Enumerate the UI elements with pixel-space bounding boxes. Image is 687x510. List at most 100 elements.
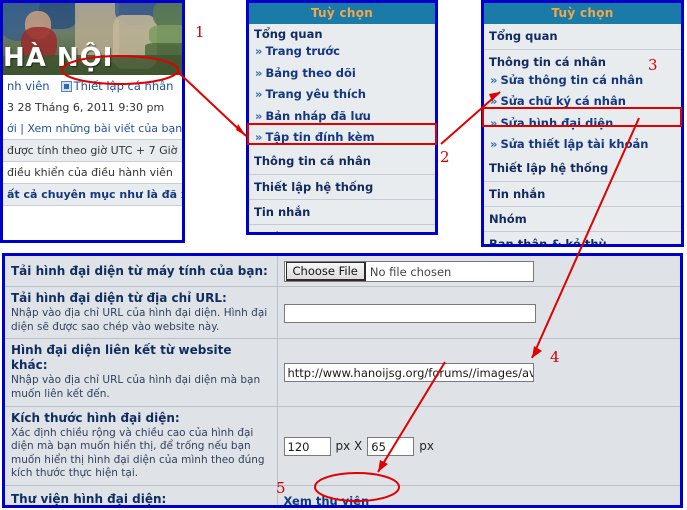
menu-item-sua-hinh-dai-dien[interactable]: » Sửa hình đại diện <box>484 113 681 134</box>
menu-item-sua-chu-ky-ca-nhan[interactable]: » Sửa chữ ký cá nhân <box>484 91 681 112</box>
banner-title: HÀ NỘI <box>3 43 114 73</box>
menu-1-title: Tuỳ chọn <box>249 3 435 24</box>
avatar-form-table: Tải hình đại diện từ máy tính của bạn: C… <box>5 256 680 507</box>
menu-item-label: Thiết lập hệ thống <box>254 179 374 194</box>
menu-item-thiet-lap-he-thong[interactable]: Thiết lập hệ thống <box>484 156 681 182</box>
dimension-separator-label: px X <box>335 439 363 454</box>
menu-item-label: Nhóm <box>489 212 527 226</box>
menu-item-label: Bản nháp đã lưu <box>265 108 371 123</box>
form-label-desc: Nhập vào địa chỉ URL của hình đại diện m… <box>11 374 261 400</box>
menu-item-nhom[interactable]: Nhóm <box>249 225 435 232</box>
menu-item-trang-truoc[interactable]: » Trang trước <box>249 41 435 62</box>
form-label-desc: Xác định chiều rộng và chiều cao của hìn… <box>11 426 265 480</box>
menu-2-title: Tuỳ chọn <box>484 3 681 24</box>
form-label-title: Kích thước hình đại diện: <box>11 410 180 425</box>
form-field-cell: Choose File No file chosen <box>277 256 680 287</box>
avatar-height-input[interactable]: 65 <box>367 436 415 456</box>
menu-item-thong-tin-ca-nhan[interactable]: Thông tin cá nhân <box>249 149 435 175</box>
form-field-cell: 120 px X 65 px <box>277 406 680 487</box>
annotation-number-1: 1 <box>195 23 205 41</box>
menu-item-label: Sửa chữ ký cá nhân <box>500 94 626 109</box>
file-status-text: No file chosen <box>369 264 452 279</box>
menu-item-label: Trang trước <box>265 44 340 59</box>
avatar-settings-form-panel: Tải hình đại diện từ máy tính của bạn: C… <box>2 253 683 508</box>
menu-item-label: Bạn thân & kẻ thù <box>489 237 607 247</box>
annotation-number-2: 2 <box>440 148 450 166</box>
form-label-cell: Tải hình đại diện từ địa chỉ URL: Nhập v… <box>5 286 278 340</box>
menu-item-nhom[interactable]: Nhóm <box>484 207 681 233</box>
view-gallery-link[interactable]: Xem thư viện <box>284 494 370 505</box>
screenshot-root: HÀ NỘI nh viên Thiết lập cá nhân 3 28 Th… <box>0 0 687 510</box>
annotation-arrowhead-1 <box>236 124 246 136</box>
menu-item-tin-nhan[interactable]: Tin nhắn <box>484 182 681 207</box>
form-label-title: Tải hình đại diện từ địa chỉ URL: <box>11 291 227 305</box>
menu-item-label: Sửa hình đại diện <box>500 115 614 130</box>
form-label-title: Tải hình đại diện từ máy tính của bạn: <box>11 263 268 278</box>
choose-file-button[interactable]: Choose File <box>285 262 366 281</box>
menu-item-label: Tin nhắn <box>254 205 311 219</box>
forum-timestamp-line: 3 28 Tháng 6, 2011 9:30 pm <box>3 97 182 118</box>
form-field-cell <box>277 286 680 340</box>
form-label-cell: Tải hình đại diện từ máy tính của bạn: <box>5 256 278 287</box>
menu-item-tong-quan[interactable]: Tổng quan <box>249 24 435 41</box>
avatar-remote-url-input[interactable]: http://www.hanoijsg.org/forums//images/a… <box>283 363 534 383</box>
form-label-title: Thư viện hình đại diện: <box>11 492 167 507</box>
menu-item-label: Thông tin cá nhân <box>489 55 606 70</box>
forum-links-line[interactable]: ới | Xem những bài viết của bạn <box>3 118 182 139</box>
chevron-right-icon: » <box>255 129 263 144</box>
form-label-title: Hình đại diện liên kết từ website khác: <box>11 343 232 373</box>
form-field-cell: http://www.hanoijsg.org/forums//images/a… <box>277 338 680 407</box>
menu-item-bang-theo-doi[interactable]: » Bảng theo dõi <box>249 63 435 84</box>
form-row-remote-link: Hình đại diện liên kết từ website khác: … <box>5 338 680 407</box>
form-row-dimensions: Kích thước hình đại diện: Xác định chiều… <box>5 406 680 487</box>
options-menu-panel-2: Tuỳ chọn Tổng quan Thông tin cá nhân » Sử… <box>481 0 684 247</box>
chevron-right-icon: » <box>255 108 263 123</box>
annotation-number-5: 5 <box>276 479 286 497</box>
form-row-upload-url: Tải hình đại diện từ địa chỉ URL: Nhập v… <box>5 286 680 340</box>
chevron-right-icon: » <box>490 94 498 109</box>
forum-navbar: nh viên Thiết lập cá nhân <box>3 75 182 97</box>
chevron-right-icon: » <box>490 136 498 151</box>
menu-item-label: Thông tin cá nhân <box>254 154 371 169</box>
menu-item-label: Trang yêu thích <box>265 87 366 102</box>
annotation-arrow-1 <box>177 71 247 137</box>
navbar-left-text: nh viên <box>7 79 50 93</box>
menu-item-tin-nhan[interactable]: Tin nhắn <box>249 200 435 226</box>
menu-item-label: Bảng theo dõi <box>265 65 356 80</box>
annotation-number-3: 3 <box>648 56 658 74</box>
forum-moderator-line: điều khiển của điều hành viên <box>3 162 182 183</box>
dimension-unit-label: px <box>419 439 434 454</box>
options-menu-panel-1: Tuỳ chọn Tổng quan » Trang trước » Bảng th… <box>246 0 438 235</box>
forum-markread-line[interactable]: ất cả chuyên mục như là đã xem <box>3 183 182 206</box>
forum-header-panel: HÀ NỘI nh viên Thiết lập cá nhân 3 28 Th… <box>0 0 185 243</box>
form-row-upload-computer: Tải hình đại diện từ máy tính của bạn: C… <box>5 256 680 287</box>
personal-settings-link[interactable]: Thiết lập cá nhân <box>74 79 174 93</box>
form-row-gallery: Thư viện hình đại diện: Xem thư viện <box>5 485 680 507</box>
chevron-right-icon: » <box>490 72 498 87</box>
menu-item-tap-tin-dinh-kem[interactable]: » Tập tin đính kèm <box>249 127 435 149</box>
form-label-desc: Nhập vào địa chỉ URL của hình đại diện. … <box>11 307 268 333</box>
menu-item-tong-quan[interactable]: Tổng quan <box>484 24 681 51</box>
form-label-cell: Hình đại diện liên kết từ website khác: … <box>5 338 278 407</box>
menu-item-thiet-lap-he-thong[interactable]: Thiết lập hệ thống <box>249 175 435 200</box>
chevron-right-icon: » <box>255 44 263 59</box>
avatar-width-input[interactable]: 120 <box>283 436 331 456</box>
file-input[interactable]: Choose File No file chosen <box>283 261 534 282</box>
chevron-right-icon: » <box>490 115 498 130</box>
menu-item-label: Tổng quan <box>489 29 558 43</box>
menu-item-sua-thiet-lap-tai-khoan[interactable]: » Sửa thiết lập tài khoản <box>484 134 681 156</box>
menu-item-label: Tổng quan <box>254 27 323 41</box>
chevron-right-icon: » <box>255 87 263 102</box>
chevron-right-icon: » <box>255 65 263 80</box>
menu-item-label: Tin nhắn <box>489 186 546 201</box>
menu-item-ban-than-ke-thu[interactable]: Bạn thân & kẻ thù <box>484 232 681 247</box>
form-field-cell: Xem thư viện <box>277 485 680 505</box>
menu-item-label: Tập tin đính kèm <box>265 129 375 144</box>
menu-item-ban-nhap-da-luu[interactable]: » Bản nháp đã lưu <box>249 106 435 127</box>
user-settings-icon <box>60 81 72 92</box>
menu-item-label: Sửa thiết lập tài khoản <box>500 136 649 151</box>
menu-1-body: Tổng quan » Trang trước » Bảng theo dõi » T… <box>249 24 435 232</box>
menu-item-label: Nhóm <box>254 230 292 232</box>
menu-item-trang-yeu-thich[interactable]: » Trang yêu thích <box>249 84 435 105</box>
avatar-url-input[interactable] <box>283 303 536 323</box>
